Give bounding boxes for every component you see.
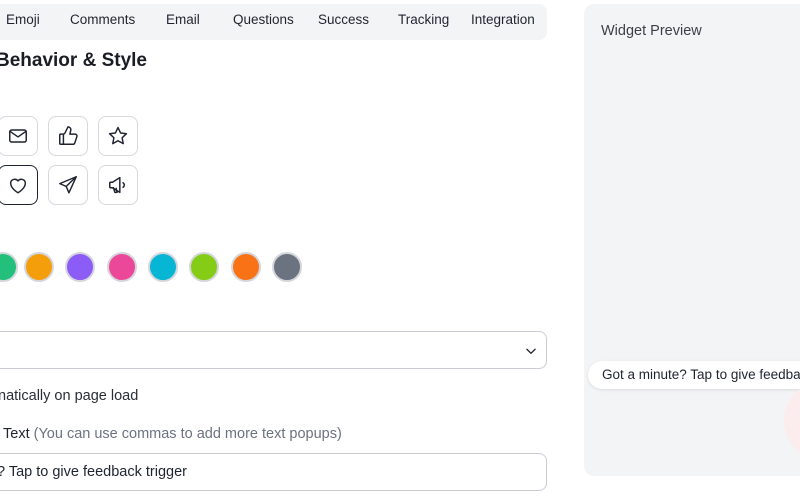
tab-questions[interactable]: Questions bbox=[233, 4, 294, 40]
icon-option-send[interactable] bbox=[48, 165, 88, 205]
section-title: Behavior & Style bbox=[0, 50, 147, 71]
chevron-down-icon bbox=[524, 344, 538, 358]
icon-option-star[interactable] bbox=[98, 116, 138, 156]
color-swatch-green[interactable] bbox=[0, 252, 18, 282]
icon-option-heart[interactable] bbox=[0, 165, 38, 205]
preview-popup-text: Got a minute? Tap to give feedback bbox=[602, 367, 800, 382]
auto-open-option: natically on page load bbox=[0, 388, 139, 404]
tab-email[interactable]: Email bbox=[166, 4, 200, 40]
tab-emoji[interactable]: Emoji bbox=[6, 4, 40, 40]
megaphone-icon bbox=[109, 176, 125, 194]
widget-preview-title: Widget Preview bbox=[601, 23, 702, 39]
send-icon bbox=[59, 176, 77, 194]
tab-tracking[interactable]: Tracking bbox=[398, 4, 449, 40]
tab-comments[interactable]: Comments bbox=[70, 4, 135, 40]
popup-text-label: Text (You can use commas to add more tex… bbox=[3, 426, 342, 442]
trigger-select[interactable]: : bbox=[0, 331, 547, 369]
color-swatch-lime[interactable] bbox=[189, 252, 219, 282]
icon-option-thumbs-up[interactable] bbox=[48, 116, 88, 156]
color-swatch-cyan[interactable] bbox=[148, 252, 178, 282]
mail-icon bbox=[9, 129, 27, 143]
star-icon bbox=[108, 126, 128, 145]
tab-success[interactable]: Success bbox=[318, 4, 369, 40]
color-swatch-gray[interactable] bbox=[272, 252, 302, 282]
preview-widget-button[interactable] bbox=[784, 381, 800, 461]
color-swatch-pink[interactable] bbox=[107, 252, 137, 282]
color-swatch-amber[interactable] bbox=[24, 252, 54, 282]
thumbs-up-icon bbox=[59, 126, 78, 145]
trigger-select-value: : bbox=[0, 342, 1, 358]
widget-preview-panel: Widget Preview Got a minute? Tap to give… bbox=[584, 4, 800, 476]
popup-text-input[interactable]: ? Tap to give feedback trigger bbox=[0, 453, 547, 491]
color-swatch-orange[interactable] bbox=[231, 252, 261, 282]
tab-integration[interactable]: Integration bbox=[471, 4, 535, 40]
color-swatch-purple[interactable] bbox=[65, 252, 95, 282]
popup-text-label-main: Text bbox=[3, 426, 30, 442]
popup-text-input-value: ? Tap to give feedback trigger bbox=[0, 464, 187, 480]
tab-bar: Emoji Comments Email Questions Success T… bbox=[0, 4, 547, 40]
icon-option-megaphone[interactable] bbox=[98, 165, 138, 205]
icon-option-mail[interactable] bbox=[0, 116, 38, 156]
preview-popup-pill[interactable]: Got a minute? Tap to give feedback bbox=[588, 361, 800, 389]
popup-text-label-hint: (You can use commas to add more text pop… bbox=[33, 426, 342, 442]
heart-icon bbox=[9, 178, 27, 194]
